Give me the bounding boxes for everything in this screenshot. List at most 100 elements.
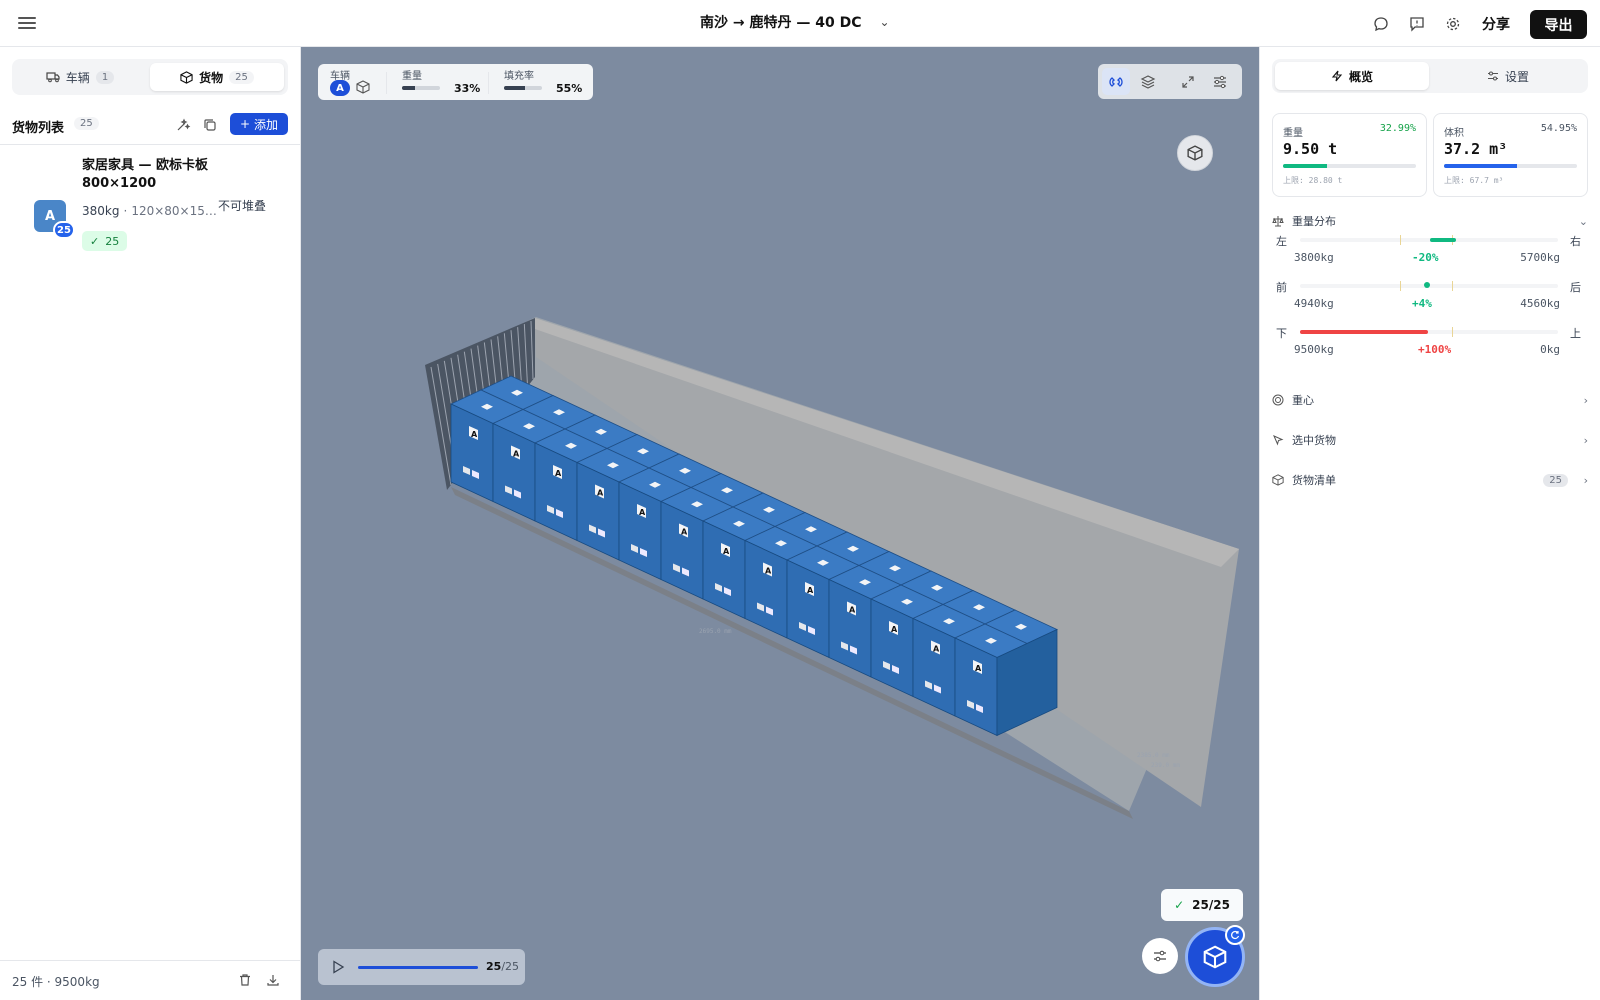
distribution-end-a: 前 (1276, 281, 1287, 294)
box-icon (1272, 474, 1284, 486)
cargo-loaded-count: 25 (105, 234, 120, 248)
magnet-icon[interactable] (1102, 68, 1130, 95)
hud-fill-value: 55% (556, 82, 583, 95)
layers-icon[interactable] (1134, 68, 1162, 95)
distribution-threshold-mark (1452, 327, 1453, 337)
weight-card-pct: 32.99% (1379, 123, 1416, 134)
check-icon: ✓ (90, 234, 100, 248)
cargo-list-item[interactable]: A 25 家居家具 — 欧标卡板 800×1200 380kg · 120×80… (0, 157, 300, 257)
left-sidebar: 车辆 1 货物 25 货物列表 25 + 添加 A 25 家居家具 — 欧标卡板… (0, 47, 301, 1000)
distribution-left-value: 3800kg (1294, 251, 1334, 264)
cargo-qty-badge: 25 (53, 221, 75, 239)
plus-icon: + (239, 117, 251, 131)
distribution-left-value: 9500kg (1294, 343, 1334, 356)
playback-current: 25 (486, 960, 502, 973)
cargo-box-label: A (513, 450, 520, 459)
weight-distribution-row: 下 上 9500kg +100% 0kg (1272, 325, 1588, 365)
distribution-track (1300, 281, 1558, 291)
hud-fill-label: 填充率 (504, 71, 534, 82)
view-toolbar (1098, 64, 1242, 99)
playback-count: 25/25 (486, 960, 519, 973)
refresh-icon[interactable] (1225, 925, 1245, 945)
cargo-box-label: A (891, 625, 898, 634)
cargo-box-label: A (849, 606, 856, 615)
add-cargo-button[interactable]: + 添加 (230, 113, 288, 135)
play-icon[interactable] (330, 959, 346, 975)
weight-card-bar (1283, 164, 1416, 168)
weight-distribution-header[interactable]: 重量分布 ⌄ (1272, 211, 1588, 231)
section-center-of-gravity[interactable]: 重心 › (1272, 389, 1588, 411)
chevron-right-icon: › (1583, 433, 1588, 447)
dim-label-height: 239.0 mm (1151, 762, 1180, 769)
menu-icon[interactable] (18, 14, 36, 32)
dim-label-length: 2695.0 mm (699, 628, 732, 635)
distribution-end-b: 右 (1570, 235, 1581, 248)
tune-button[interactable] (1142, 938, 1178, 974)
hud-weight-bar (402, 86, 440, 90)
weight-distribution-row: 左 右 3800kg -20% 5700kg (1272, 233, 1588, 273)
tab-cargo[interactable]: 货物 25 (150, 63, 284, 91)
hud-box-icon[interactable] (356, 80, 370, 97)
download-icon[interactable] (266, 973, 282, 989)
cargo-box-label: A (681, 528, 688, 537)
plan-title-dropdown[interactable]: 南沙 → 鹿特丹 — 40 DC ⌄ (700, 12, 890, 32)
tab-settings[interactable]: 设置 (1431, 62, 1585, 90)
cargo-weight: 380kg (82, 204, 120, 218)
trash-icon[interactable] (238, 973, 254, 989)
section-manifest-count: 25 (1543, 473, 1568, 487)
weight-card-limit: 上限: 28.80 t (1283, 176, 1343, 185)
distribution-end-b: 上 (1570, 327, 1581, 340)
copy-icon[interactable] (202, 117, 218, 133)
auto-arrange-icon[interactable] (175, 117, 191, 133)
gear-icon[interactable] (1442, 13, 1464, 35)
share-button[interactable]: 分享 (1482, 14, 1510, 34)
export-button[interactable]: 导出 (1530, 10, 1587, 39)
feedback-icon[interactable] (1406, 13, 1428, 35)
sliders-icon[interactable] (1206, 68, 1234, 95)
section-selected-cargo[interactable]: 选中货物 › (1272, 429, 1588, 451)
scale-icon (1272, 216, 1284, 227)
hud-vehicle-pill[interactable]: A (330, 80, 350, 96)
cargo-box-label: A (471, 430, 478, 439)
chat-icon[interactable] (1370, 13, 1392, 35)
playback-total: /25 (501, 960, 520, 973)
tab-cargo-label: 货物 (199, 70, 224, 85)
playback-slider[interactable] (358, 966, 478, 969)
distribution-pct: +4% (1412, 297, 1432, 310)
target-icon (1272, 394, 1284, 406)
weight-distribution-row: 前 后 4940kg +4% 4560kg (1272, 279, 1588, 319)
cargo-box-label: A (765, 567, 772, 576)
view-cube-button[interactable] (1177, 135, 1213, 171)
container-scene[interactable]: A A A A A A A A A A A A A 2695.0 mm 2385.0 mm 239.0 … (301, 47, 1259, 1000)
distribution-left-value: 4940kg (1294, 297, 1334, 310)
cargo-list-count: 25 (74, 117, 99, 130)
weight-card: 重量 32.99% 9.50 t 上限: 28.80 t (1272, 113, 1427, 197)
box-icon (1187, 145, 1203, 161)
tab-cargo-count: 25 (229, 70, 254, 84)
distribution-track (1300, 235, 1558, 245)
tab-overview[interactable]: 概览 (1275, 62, 1429, 90)
3d-viewport[interactable]: A A A A A A A A A A A A A 2695.0 mm 2385.0 mm 239.0 … (301, 47, 1259, 1000)
weight-distribution-title: 重量分布 (1292, 215, 1336, 228)
weight-card-label: 重量 (1283, 128, 1303, 139)
distribution-track (1300, 327, 1558, 337)
add-cargo-label: 添加 (254, 117, 279, 132)
tab-vehicles[interactable]: 车辆 1 (16, 63, 144, 91)
section-cog-label: 重心 (1292, 394, 1314, 407)
distribution-threshold-mark (1452, 281, 1453, 291)
load-summary-hud: 车辆 A 重量 33% 填充率 55% (318, 64, 593, 100)
tab-vehicles-count: 1 (95, 70, 115, 84)
section-selected-label: 选中货物 (1292, 434, 1336, 447)
cargo-stackable: 不可堆叠 (218, 199, 267, 213)
distribution-end-a: 下 (1276, 327, 1287, 340)
cargo-box-label: A (639, 508, 646, 517)
tab-vehicles-label: 车辆 (65, 70, 90, 85)
chevron-down-icon: ⌄ (879, 15, 890, 29)
cargo-box-label: A (597, 489, 604, 498)
section-cargo-manifest[interactable]: 货物清单 25 › (1272, 469, 1588, 491)
distribution-end-b: 后 (1570, 281, 1581, 294)
distribution-right-value: 4560kg (1520, 297, 1560, 310)
distribution-right-value: 5700kg (1520, 251, 1560, 264)
expand-icon[interactable] (1174, 68, 1202, 95)
weight-card-bar-fill (1283, 164, 1327, 168)
